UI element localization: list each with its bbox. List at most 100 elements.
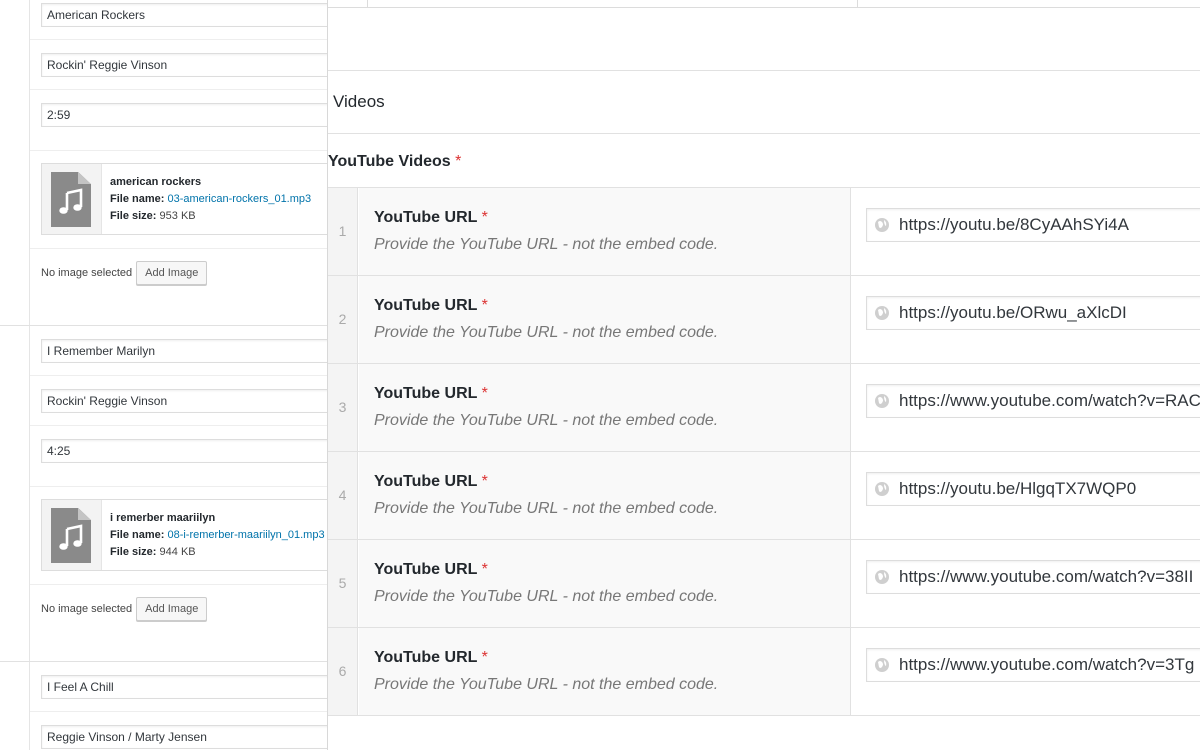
song-artist-field[interactable]: Rockin' Reggie Vinson — [41, 53, 327, 77]
required-mark: * — [481, 473, 488, 490]
song-title-field[interactable]: I Feel A Chill — [41, 675, 327, 699]
globe-icon — [875, 658, 889, 672]
image-selector: No image selected Add Image — [41, 261, 208, 285]
row-label-cell: YouTube URL * Provide the YouTube URL - n… — [359, 364, 851, 451]
row-label-text: YouTube URL — [374, 297, 478, 314]
youtube-url-input[interactable]: https://www.youtube.com/watch?v=RAC — [866, 384, 1200, 418]
youtube-url-value: https://www.youtube.com/watch?v=3Tg — [899, 655, 1195, 674]
globe-icon — [875, 570, 889, 584]
divider — [30, 584, 327, 585]
file-fold — [78, 172, 91, 184]
song-artist-field[interactable]: Reggie Vinson / Marty Jensen — [41, 725, 327, 749]
row-label-cell: YouTube URL * Provide the YouTube URL - n… — [359, 276, 851, 363]
row-index[interactable]: 5 — [328, 540, 358, 627]
globe-icon — [875, 306, 889, 320]
file-thumbnail — [42, 500, 102, 570]
file-name-label: File name: — [110, 193, 165, 205]
music-note-icon — [59, 524, 83, 550]
song-duration-field[interactable]: 2:59 — [41, 103, 327, 127]
field-label: YouTube Videos * — [328, 153, 461, 171]
row-hint: Provide the YouTube URL - not the embed … — [374, 324, 719, 341]
row-label-cell: YouTube URL * Provide the YouTube URL - n… — [359, 628, 851, 715]
divider — [30, 248, 327, 249]
repeater-row: 3 YouTube URL * Provide the YouTube URL - … — [328, 364, 1200, 452]
repeater-row: 6 YouTube URL * Provide the YouTube URL - … — [328, 628, 1200, 716]
repeater-row: 4 YouTube URL * Provide the YouTube URL - … — [328, 452, 1200, 540]
row-label-cell: YouTube URL * Provide the YouTube URL - n… — [359, 188, 851, 275]
videos-panel: Videos YouTube Videos * 1 YouTube URL * Pr… — [327, 0, 1200, 750]
globe-icon — [875, 482, 889, 496]
add-image-button[interactable]: Add Image — [136, 597, 208, 621]
repeater-row: 2 YouTube URL * Provide the YouTube URL - … — [328, 276, 1200, 364]
file-title: american rockers — [110, 176, 202, 188]
row-index[interactable]: 4 — [328, 452, 358, 539]
row-value-cell: https://youtu.be/ORwu_aXlcDI — [851, 276, 1200, 363]
required-mark: * — [455, 153, 462, 170]
youtube-url-value: https://youtu.be/HlgqTX7WQP0 — [899, 479, 1137, 498]
row-index[interactable]: 2 — [328, 276, 358, 363]
file-title: i remerber maariilyn — [110, 512, 216, 524]
youtube-url-value: https://www.youtube.com/watch?v=38II — [899, 567, 1194, 586]
divider — [30, 425, 327, 426]
row-hint: Provide the YouTube URL - not the embed … — [374, 676, 719, 693]
row-hint: Provide the YouTube URL - not the embed … — [374, 412, 719, 429]
divider — [30, 486, 327, 487]
songs-gutter — [0, 0, 30, 750]
row-index[interactable]: 1 — [328, 188, 358, 275]
song-title-field[interactable]: I Remember Marilyn — [41, 339, 327, 363]
audio-file-card[interactable]: american rockers File name: 03-american-… — [41, 163, 327, 235]
row-label: YouTube URL * — [374, 561, 488, 579]
field-label-text: YouTube Videos — [328, 153, 451, 170]
song-row-divider — [0, 325, 327, 326]
required-mark: * — [481, 385, 488, 402]
youtube-url-input[interactable]: https://youtu.be/HlgqTX7WQP0 — [866, 472, 1200, 506]
row-hint: Provide the YouTube URL - not the embed … — [374, 588, 719, 605]
file-size-value: 944 KB — [159, 546, 196, 558]
song-row-divider — [0, 661, 327, 662]
repeater-row: 5 YouTube URL * Provide the YouTube URL - … — [328, 540, 1200, 628]
required-mark: * — [481, 649, 488, 666]
youtube-url-input[interactable]: https://www.youtube.com/watch?v=3Tg — [866, 648, 1200, 682]
globe-icon — [875, 218, 889, 232]
table-cell — [328, 0, 368, 8]
file-thumbnail — [42, 164, 102, 234]
row-label: YouTube URL * — [374, 473, 488, 491]
row-index[interactable]: 6 — [328, 628, 358, 715]
youtube-url-input[interactable]: https://youtu.be/ORwu_aXlcDI — [866, 296, 1200, 330]
row-value-cell: https://www.youtube.com/watch?v=38II — [851, 540, 1200, 627]
youtube-url-input[interactable]: https://youtu.be/8CyAAhSYi4A — [866, 208, 1200, 242]
song-duration-field[interactable]: 4:25 — [41, 439, 327, 463]
row-label-text: YouTube URL — [374, 385, 478, 402]
youtube-url-value: https://www.youtube.com/watch?v=RAC — [899, 391, 1200, 410]
divider — [328, 133, 1200, 134]
file-size-label: File size: — [110, 546, 157, 558]
section-title: Videos — [333, 92, 385, 111]
repeater-row: 1 YouTube URL * Provide the YouTube URL - … — [328, 188, 1200, 276]
row-label-text: YouTube URL — [374, 649, 478, 666]
youtube-url-value: https://youtu.be/ORwu_aXlcDI — [899, 303, 1127, 322]
file-name-link[interactable]: 03-american-rockers_01.mp3 — [167, 193, 311, 205]
music-note-icon — [59, 188, 83, 214]
divider — [30, 150, 327, 151]
file-name-link[interactable]: 08-i-remerber-maariilyn_01.mp3 — [167, 529, 324, 541]
row-value-cell: https://youtu.be/HlgqTX7WQP0 — [851, 452, 1200, 539]
audio-file-card[interactable]: i remerber maariilyn File name: 08-i-rem… — [41, 499, 327, 571]
songs-panel: American Rockers Rockin' Reggie Vinson 2… — [0, 0, 327, 750]
row-value-cell: https://youtu.be/8CyAAhSYi4A — [851, 188, 1200, 275]
file-size-value: 953 KB — [159, 210, 196, 222]
song-title-field[interactable]: American Rockers — [41, 3, 327, 27]
row-value-cell: https://www.youtube.com/watch?v=RAC — [851, 364, 1200, 451]
globe-icon — [875, 394, 889, 408]
song-artist-field[interactable]: Rockin' Reggie Vinson — [41, 389, 327, 413]
row-label: YouTube URL * — [374, 297, 488, 315]
row-index[interactable]: 3 — [328, 364, 358, 451]
divider — [30, 375, 327, 376]
file-size-label: File size: — [110, 210, 157, 222]
previous-table-edge — [328, 0, 1200, 8]
add-image-button[interactable]: Add Image — [136, 261, 208, 285]
row-label: YouTube URL * — [374, 649, 488, 667]
table-cell — [368, 0, 858, 8]
divider — [30, 89, 327, 90]
youtube-url-input[interactable]: https://www.youtube.com/watch?v=38II — [866, 560, 1200, 594]
required-mark: * — [481, 209, 488, 226]
